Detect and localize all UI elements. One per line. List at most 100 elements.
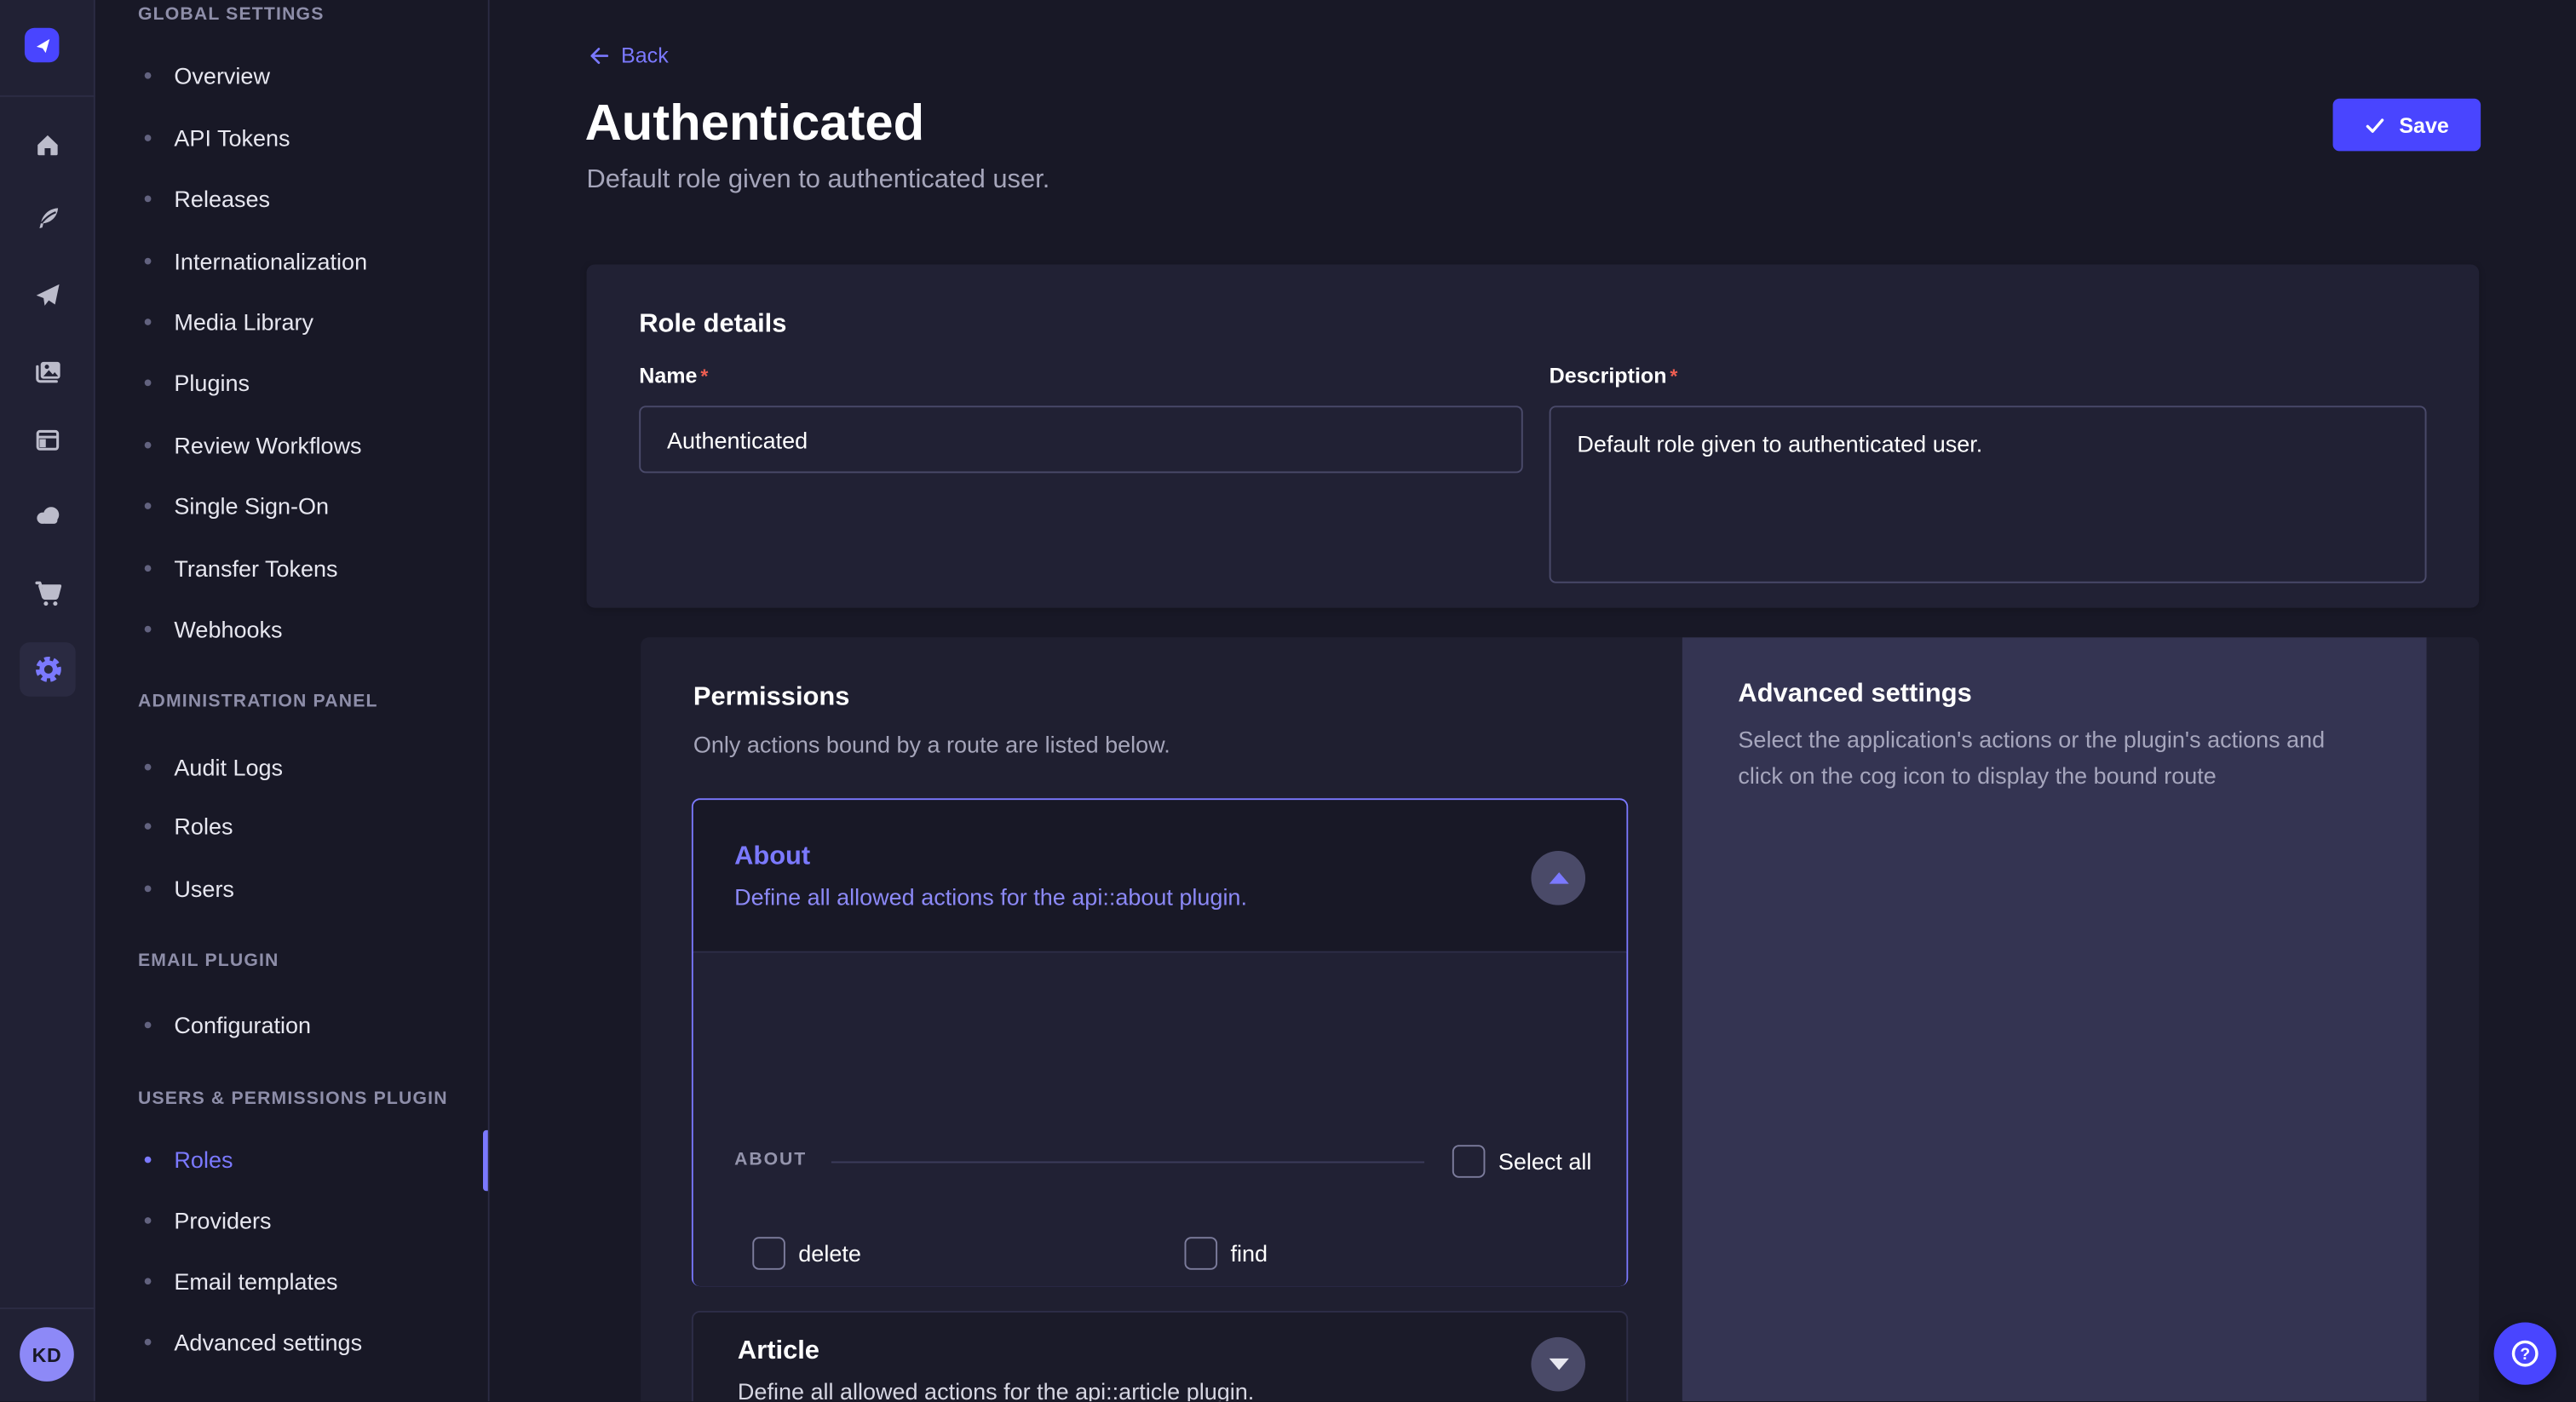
bullet-icon xyxy=(145,1218,152,1225)
question-mark-icon: ? xyxy=(2509,1337,2542,1370)
page-subtitle: Default role given to authenticated user… xyxy=(586,166,1049,196)
description-textarea[interactable]: Default role given to authenticated user… xyxy=(1550,405,2427,583)
select-all-checkbox[interactable] xyxy=(1452,1145,1486,1178)
avatar[interactable]: KD xyxy=(20,1327,74,1382)
nav-item-webhooks[interactable]: Webhooks xyxy=(145,608,474,651)
bullet-icon xyxy=(145,886,152,893)
bullet-icon xyxy=(145,566,152,572)
check-icon xyxy=(2365,114,2386,135)
group-divider-line xyxy=(831,1161,1424,1163)
save-label: Save xyxy=(2399,112,2449,137)
accordion-about-header[interactable]: About Define all allowed actions for the… xyxy=(693,800,1626,952)
required-asterisk: * xyxy=(1670,365,1677,388)
nav-item-transfer-tokens[interactable]: Transfer Tokens xyxy=(145,547,474,589)
strapi-admin-page: KD GLOBAL SETTINGS Overview API Tokens R… xyxy=(0,0,2576,1401)
chevron-down-icon xyxy=(1549,1359,1568,1370)
nav-section-users-permissions-plugin: USERS & PERMISSIONS PLUGIN xyxy=(138,1088,467,1111)
sidebar-divider-bottom xyxy=(0,1307,95,1309)
home-icon[interactable] xyxy=(0,125,95,164)
bullet-icon xyxy=(145,380,152,387)
nav-section-administration-panel: ADMINISTRATION PANEL xyxy=(138,690,467,713)
bullet-icon xyxy=(145,72,152,79)
accordion-about-title: About xyxy=(734,842,810,872)
accordion-article-description: Define all allowed actions for the api::… xyxy=(738,1378,1254,1401)
svg-text:?: ? xyxy=(2520,1346,2530,1364)
nav-section-global-settings: GLOBAL SETTINGS xyxy=(138,3,467,26)
expand-button[interactable] xyxy=(1531,1337,1585,1392)
layout-icon[interactable] xyxy=(0,421,95,460)
accordion-about-body: ABOUT Select all delete find update xyxy=(693,953,1626,1286)
checkbox-delete-label[interactable]: delete xyxy=(798,1235,861,1271)
advanced-settings-panel: Advanced settings Select the application… xyxy=(1682,637,2427,1401)
help-button[interactable]: ? xyxy=(2494,1322,2556,1384)
bullet-icon xyxy=(145,1339,152,1346)
advanced-settings-description: Select the application's actions or the … xyxy=(1738,723,2354,794)
bullet-icon xyxy=(145,442,152,449)
bullet-icon xyxy=(145,626,152,633)
back-label: Back xyxy=(621,43,669,67)
cloud-icon[interactable] xyxy=(0,494,95,533)
nav-item-review-workflows[interactable]: Review Workflows xyxy=(145,424,474,467)
page-title: Authenticated xyxy=(585,94,925,152)
role-details-title: Role details xyxy=(639,310,786,340)
chevron-up-icon xyxy=(1549,872,1568,884)
collapse-button[interactable] xyxy=(1531,851,1585,905)
name-label: Name* xyxy=(639,363,708,388)
nav-section-email-plugin: EMAIL PLUGIN xyxy=(138,950,467,973)
bullet-icon xyxy=(145,196,152,203)
settings-gear-icon-active[interactable] xyxy=(20,642,76,697)
back-link[interactable]: Back xyxy=(586,43,668,67)
main-content: Back Authenticated Default role given to… xyxy=(490,0,2576,1401)
content-feather-icon[interactable] xyxy=(0,198,95,238)
marketplace-cart-icon[interactable] xyxy=(0,573,95,612)
bullet-icon xyxy=(145,319,152,326)
nav-item-up-roles-active[interactable]: Roles xyxy=(145,1138,474,1181)
accordion-about: About Define all allowed actions for the… xyxy=(692,798,1628,1286)
strapi-logo-glyph xyxy=(32,35,52,55)
checkbox-find-label[interactable]: find xyxy=(1230,1235,1268,1271)
role-details-card: Role details Name* Description* Default … xyxy=(586,264,2479,607)
nav-item-releases[interactable]: Releases xyxy=(145,177,474,220)
nav-item-internationalization[interactable]: Internationalization xyxy=(145,240,474,283)
bullet-icon xyxy=(145,1157,152,1164)
arrow-left-icon xyxy=(586,43,609,66)
accordion-article-title: Article xyxy=(738,1337,819,1367)
permissions-card: Permissions Only actions bound by a rout… xyxy=(641,637,2479,1401)
media-library-icon[interactable] xyxy=(0,352,95,391)
bullet-icon xyxy=(145,503,152,510)
select-all-label[interactable]: Select all xyxy=(1498,1143,1592,1179)
bullet-icon xyxy=(145,1278,152,1285)
nav-item-plugins[interactable]: Plugins xyxy=(145,361,474,404)
nav-item-audit-logs[interactable]: Audit Logs xyxy=(145,746,474,789)
sidebar-divider-top xyxy=(0,95,95,97)
nav-item-providers[interactable]: Providers xyxy=(145,1199,474,1242)
nav-item-overview[interactable]: Overview xyxy=(145,55,474,97)
nav-item-email-templates[interactable]: Email templates xyxy=(145,1260,474,1302)
nav-item-users[interactable]: Users xyxy=(145,867,474,910)
strapi-logo[interactable] xyxy=(25,28,59,62)
nav-item-up-advanced-settings[interactable]: Advanced settings xyxy=(145,1321,474,1364)
permissions-subtitle: Only actions bound by a route are listed… xyxy=(693,731,1170,757)
checkbox-delete[interactable] xyxy=(752,1237,785,1270)
permissions-title: Permissions xyxy=(693,683,850,713)
nav-item-media-library[interactable]: Media Library xyxy=(145,301,474,343)
send-plane-icon[interactable] xyxy=(0,276,95,315)
bullet-icon xyxy=(145,824,152,830)
active-item-indicator xyxy=(483,1130,488,1191)
accordion-article[interactable]: Article Define all allowed actions for t… xyxy=(692,1311,1628,1401)
nav-item-single-sign-on[interactable]: Single Sign-On xyxy=(145,485,474,527)
nav-item-configuration[interactable]: Configuration xyxy=(145,1003,474,1046)
bullet-icon xyxy=(145,258,152,265)
bullet-icon xyxy=(145,1022,152,1029)
save-button[interactable]: Save xyxy=(2333,99,2481,152)
description-label: Description* xyxy=(1550,363,1678,388)
nav-item-api-tokens[interactable]: API Tokens xyxy=(145,117,474,159)
bullet-icon xyxy=(145,764,152,771)
main-sidebar: KD xyxy=(0,0,95,1401)
group-label: ABOUT xyxy=(734,1150,807,1169)
checkbox-find[interactable] xyxy=(1184,1237,1217,1270)
required-asterisk: * xyxy=(700,365,708,388)
accordion-about-description: Define all allowed actions for the api::… xyxy=(734,884,1247,911)
name-input[interactable] xyxy=(639,405,1523,473)
nav-item-admin-roles[interactable]: Roles xyxy=(145,805,474,848)
